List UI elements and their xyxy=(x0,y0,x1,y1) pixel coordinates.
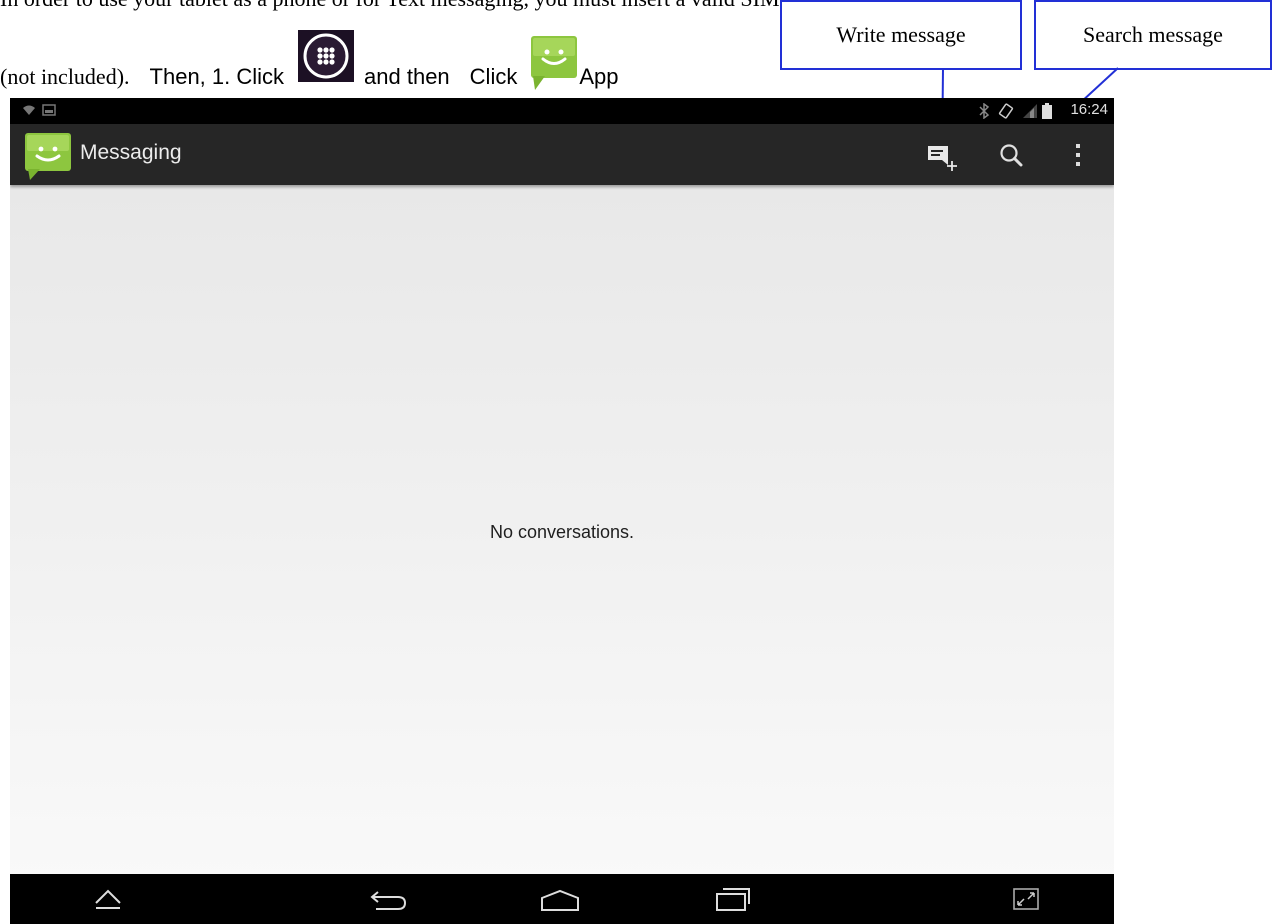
notification-image-icon xyxy=(42,104,56,116)
navigation-bar xyxy=(10,874,1114,924)
write-message-icon[interactable] xyxy=(926,142,960,172)
empty-conversations-text: No conversations. xyxy=(489,522,635,542)
recent-apps-icon[interactable] xyxy=(715,886,751,912)
rotation-icon xyxy=(998,103,1014,119)
status-time: 16:24 xyxy=(1070,101,1108,118)
home-icon[interactable] xyxy=(540,888,580,912)
signal-icon xyxy=(1022,103,1038,119)
wifi-icon xyxy=(22,103,36,117)
hide-icon[interactable] xyxy=(94,888,122,910)
app-title: Messaging xyxy=(80,141,182,164)
back-icon[interactable] xyxy=(368,888,408,912)
action-bar: Messaging xyxy=(10,124,1114,185)
status-bar: 16:24 xyxy=(10,98,1114,124)
search-icon[interactable] xyxy=(998,142,1026,170)
screenshot-icon[interactable] xyxy=(1012,886,1040,912)
battery-icon xyxy=(1042,103,1052,119)
tablet-screen: 16:24 Messaging No conversations. xyxy=(10,98,1114,924)
bluetooth-icon xyxy=(978,103,990,119)
overflow-menu-icon[interactable] xyxy=(1072,142,1084,168)
messaging-smiley-icon[interactable] xyxy=(24,132,72,180)
